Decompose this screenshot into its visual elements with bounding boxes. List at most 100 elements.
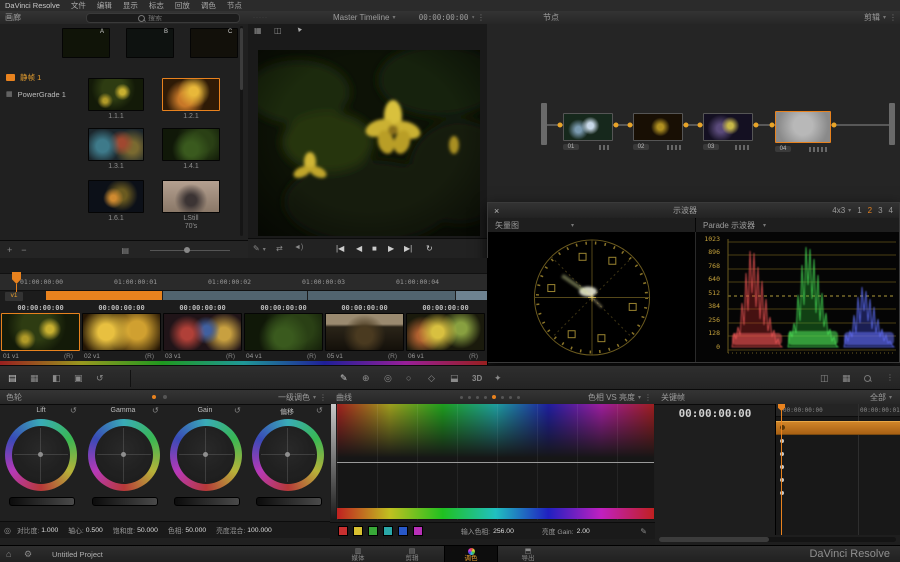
kf-master-track[interactable]: [776, 421, 900, 435]
still-thumb-4[interactable]: [162, 128, 220, 161]
scopes-page-1[interactable]: 1: [857, 206, 861, 215]
track-clip-selected[interactable]: [46, 291, 162, 300]
audio-icon[interactable]: ◄): [294, 244, 303, 251]
curve-dot[interactable]: [517, 395, 520, 399]
track-clip[interactable]: [456, 291, 487, 300]
gallery-scrollbar[interactable]: [240, 26, 243, 236]
window-polygon-icon[interactable]: ◇: [428, 373, 435, 384]
reset-icon[interactable]: ↺: [234, 406, 241, 415]
param-value[interactable]: 100.000: [247, 527, 272, 534]
timeline-selector[interactable]: Master Timeline ▾: [333, 13, 395, 22]
timeline-clip-2[interactable]: [82, 313, 161, 351]
node-04-selected[interactable]: [775, 111, 831, 143]
viewer-cursor-icon[interactable]: ▲: [295, 25, 305, 35]
reset-icon[interactable]: ↺: [70, 406, 77, 415]
kf-timeline[interactable]: 00:00:00:00 00:00:00:01: [775, 404, 900, 535]
wipe-toggle-icon[interactable]: ⇄: [276, 244, 283, 253]
track-clip[interactable]: [163, 291, 307, 300]
viewer-timecode[interactable]: 00:00:00:00 ▾: [419, 13, 475, 22]
param-value[interactable]: 0.500: [86, 527, 103, 534]
home-icon[interactable]: ⌂: [6, 549, 11, 559]
swatch-cyan[interactable]: [383, 526, 393, 536]
curve-dot[interactable]: [468, 395, 471, 399]
clips-view-icon[interactable]: ▦: [30, 373, 39, 384]
scopes-page-3[interactable]: 3: [878, 206, 882, 215]
album-powergrade[interactable]: ▦ PowerGrade 1: [0, 87, 86, 101]
page-tab-media[interactable]: ▥ 媒体: [336, 546, 380, 562]
page-tab-edit[interactable]: ▤ 剪辑: [390, 546, 434, 562]
reset-icon[interactable]: ↺: [152, 406, 159, 415]
page-dot[interactable]: [163, 395, 167, 399]
lightbox-icon[interactable]: ▦: [842, 373, 851, 384]
curve-dot[interactable]: [501, 395, 504, 399]
offset-master-slider[interactable]: [256, 497, 322, 506]
gain-master-slider[interactable]: [174, 497, 240, 506]
still-thumb-3[interactable]: [88, 128, 144, 161]
goto-start-button[interactable]: |◀: [336, 244, 344, 253]
timeline-clip-3[interactable]: [163, 313, 242, 351]
lum-gain-value[interactable]: 2.00: [577, 528, 590, 535]
stop-button[interactable]: ■: [372, 244, 377, 253]
remove-still-button[interactable]: −: [21, 245, 26, 255]
curve-dot[interactable]: [484, 395, 487, 399]
project-name[interactable]: Untitled Project: [52, 550, 103, 559]
menu-color[interactable]: 调色: [201, 0, 216, 11]
page-tab-deliver[interactable]: ⬒ 导出: [506, 546, 550, 562]
track-clip[interactable]: [308, 291, 455, 300]
project-settings-icon[interactable]: ⚙: [24, 549, 32, 560]
keyframes-scope-selector[interactable]: 全部 ▾: [870, 392, 892, 403]
timeline-ruler[interactable]: 01:00:00:00 01:00:00:01 01:00:00:02 01:0…: [0, 273, 487, 291]
add-still-button[interactable]: +: [7, 245, 12, 255]
scope-right-header[interactable]: Parade 示波器 ▾: [696, 218, 899, 233]
gain-wheel[interactable]: [170, 419, 242, 491]
gamma-wheel[interactable]: [88, 419, 160, 491]
reset-grade-icon[interactable]: ↺: [96, 373, 104, 384]
scope-left-header[interactable]: 矢量图 ▾: [488, 218, 695, 233]
node-01[interactable]: [563, 113, 613, 141]
color-match-icon[interactable]: ◎: [384, 373, 392, 384]
3d-tool-icon[interactable]: 3D: [472, 374, 482, 383]
swatch-blue[interactable]: [398, 526, 408, 536]
scopes-aspect-selector[interactable]: 4x3 ▾: [832, 206, 851, 215]
nodes-mode-selector[interactable]: 剪辑 ▾: [864, 12, 886, 23]
timeline-clip-6[interactable]: [406, 313, 485, 351]
zoom-tool-icon[interactable]: [864, 375, 871, 382]
loop-button[interactable]: ↻: [426, 244, 433, 253]
still-thumb-1[interactable]: [88, 78, 144, 111]
filmstrip-icon[interactable]: ▤: [122, 246, 130, 255]
split-screen-icon[interactable]: ◧: [52, 373, 61, 384]
input-hue-value[interactable]: 256.00: [493, 528, 514, 535]
tracker-icon[interactable]: ⊕: [362, 373, 370, 384]
kf-playhead[interactable]: [778, 404, 785, 535]
gamma-master-slider[interactable]: [92, 497, 158, 506]
curve-dot[interactable]: [476, 395, 479, 399]
swatch-red[interactable]: [338, 526, 348, 536]
swatch-yellow[interactable]: [353, 526, 363, 536]
search-input[interactable]: [148, 14, 188, 22]
swatch-magenta[interactable]: [413, 526, 423, 536]
reset-icon[interactable]: ↺: [316, 406, 323, 415]
param-value[interactable]: 50.000: [185, 527, 206, 534]
blur-icon[interactable]: ⬓: [450, 373, 459, 384]
gallery-search[interactable]: [86, 13, 240, 23]
thumb-size-slider[interactable]: [150, 247, 230, 253]
hue-vs-lum-graph[interactable]: [337, 404, 654, 520]
node-03[interactable]: [703, 113, 753, 141]
timeline-clip-5[interactable]: [325, 313, 404, 351]
wheels-preset-selector[interactable]: 一级调色 ▾: [278, 392, 316, 403]
curve-dot[interactable]: [509, 395, 512, 399]
play-button[interactable]: ▶: [388, 244, 394, 253]
nodes-menu-icon[interactable]: ⋮: [889, 13, 897, 22]
eyedropper-icon[interactable]: ✎: [640, 527, 647, 536]
step-back-button[interactable]: ◀: [356, 244, 362, 253]
window-circle-icon[interactable]: ○: [406, 373, 411, 383]
curves-menu-icon[interactable]: ⋮: [644, 393, 652, 402]
panel-layout-icon[interactable]: ◫: [820, 373, 829, 384]
page-tab-color-active[interactable]: 调色: [444, 546, 498, 562]
curve-dot-active[interactable]: [492, 395, 496, 399]
lift-wheel[interactable]: [5, 419, 77, 491]
scopes-titlebar[interactable]: × 示波器 4x3 ▾ 1 2 3 4: [488, 203, 899, 219]
timeline-clip-4[interactable]: [244, 313, 323, 351]
menu-view[interactable]: 显示: [123, 0, 138, 11]
still-thumb-6[interactable]: [162, 180, 220, 213]
